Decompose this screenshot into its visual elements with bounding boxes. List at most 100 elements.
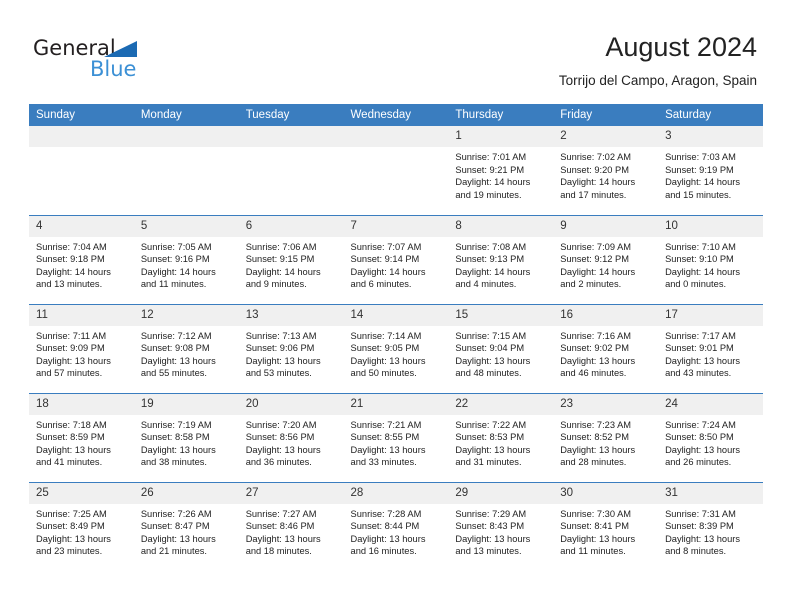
calendar-day-cell[interactable]: 14 Sunrise: 7:14 AM Sunset: 9:05 PM Dayligh… bbox=[343, 303, 449, 393]
calendar-day-cell[interactable]: 11 Sunrise: 7:11 AM Sunset: 9:09 PM Dayligh… bbox=[29, 303, 134, 393]
calendar-day-cell[interactable]: 29 Sunrise: 7:29 AM Sunset: 8:43 PM Dayligh… bbox=[448, 481, 554, 571]
daylight-text: Daylight: 13 hours bbox=[245, 355, 321, 366]
calendar-day-cell[interactable]: 27 Sunrise: 7:27 AM Sunset: 8:46 PM Dayligh… bbox=[238, 481, 344, 571]
calendar-day-cell[interactable]: 13 Sunrise: 7:13 AM Sunset: 9:06 PM Dayligh… bbox=[238, 303, 344, 393]
brand-logo[interactable]: General Blue bbox=[33, 36, 233, 86]
calendar-day-cell[interactable]: 21 Sunrise: 7:21 AM Sunset: 8:55 PM Dayligh… bbox=[343, 392, 449, 482]
daylight-text: Daylight: 13 hours bbox=[350, 533, 426, 544]
daylight-text: Daylight: 13 hours bbox=[560, 533, 636, 544]
sunrise-text: Sunrise: 7:30 AM bbox=[560, 508, 632, 519]
sunset-text: Sunset: 9:10 PM bbox=[665, 254, 734, 265]
day-number: 1 bbox=[448, 126, 554, 147]
calendar-day-cell[interactable]: 18 Sunrise: 7:18 AM Sunset: 8:59 PM Dayligh… bbox=[29, 392, 134, 482]
calendar-day-cell[interactable]: 8 Sunrise: 7:08 AM Sunset: 9:13 PM Daylight… bbox=[448, 214, 554, 304]
calendar-table: Sunday Monday Tuesday Wednesday Thursday Frid… bbox=[29, 104, 763, 571]
sunrise-text: Sunrise: 7:06 AM bbox=[245, 241, 317, 252]
daylight-text: Daylight: 13 hours bbox=[245, 444, 321, 455]
weekday-header-sunday: Sunday bbox=[29, 104, 134, 126]
day-details: Sunrise: 7:12 AM Sunset: 9:08 PM Daylight:… bbox=[134, 326, 239, 380]
sunset-text: Sunset: 9:15 PM bbox=[245, 254, 315, 265]
daylight-text-cont: and 18 minutes. bbox=[245, 546, 312, 557]
sunset-text: Sunset: 9:16 PM bbox=[140, 254, 210, 265]
calendar-day-cell[interactable]: 16 Sunrise: 7:16 AM Sunset: 9:02 PM Dayligh… bbox=[553, 303, 659, 393]
daylight-text-cont: and 15 minutes. bbox=[665, 189, 732, 200]
calendar-day-cell[interactable]: 19 Sunrise: 7:19 AM Sunset: 8:58 PM Dayligh… bbox=[133, 392, 239, 482]
sunset-text: Sunset: 9:13 PM bbox=[455, 254, 525, 265]
daylight-text-cont: and 8 minutes. bbox=[665, 546, 727, 557]
daylight-text-cont: and 55 minutes. bbox=[140, 368, 207, 379]
sunrise-text: Sunrise: 7:03 AM bbox=[665, 152, 736, 162]
calendar-day-cell[interactable]: 20 Sunrise: 7:20 AM Sunset: 8:56 PM Dayligh… bbox=[238, 392, 344, 482]
calendar-day-cell[interactable]: 1 Sunrise: 7:01 AM Sunset: 9:21 PM Daylight… bbox=[448, 126, 554, 215]
calendar-day-cell[interactable]: 2 Sunrise: 7:02 AM Sunset: 9:20 PM Daylight… bbox=[553, 126, 659, 215]
daylight-text: Daylight: 13 hours bbox=[245, 533, 321, 544]
sunrise-text: Sunrise: 7:13 AM bbox=[245, 330, 317, 341]
calendar-day-cell[interactable]: 9 Sunrise: 7:09 AM Sunset: 9:12 PM Daylight… bbox=[553, 214, 659, 304]
calendar-day-cell[interactable]: 15 Sunrise: 7:15 AM Sunset: 9:04 PM Dayligh… bbox=[448, 303, 554, 393]
day-details: Sunrise: 7:18 AM Sunset: 8:59 PM Daylight:… bbox=[29, 415, 134, 469]
sunrise-text: Sunrise: 7:22 AM bbox=[455, 419, 527, 430]
day-number: 4 bbox=[29, 215, 134, 237]
calendar-day-cell[interactable]: 3 Sunrise: 7:03 AM Sunset: 9:19 PM Daylight… bbox=[658, 126, 763, 215]
calendar-day-cell[interactable]: 22 Sunrise: 7:22 AM Sunset: 8:53 PM Dayligh… bbox=[448, 392, 554, 482]
daylight-text-cont: and 50 minutes. bbox=[350, 368, 417, 379]
calendar-day-cell[interactable]: 12 Sunrise: 7:12 AM Sunset: 9:08 PM Dayligh… bbox=[133, 303, 239, 393]
day-number: 8 bbox=[448, 215, 554, 237]
day-details: Sunrise: 7:21 AM Sunset: 8:55 PM Daylight:… bbox=[344, 415, 449, 469]
day-number: 7 bbox=[343, 215, 449, 237]
sunrise-text: Sunrise: 7:21 AM bbox=[350, 419, 422, 430]
sunset-text: Sunset: 9:14 PM bbox=[350, 254, 420, 265]
day-number bbox=[238, 126, 344, 147]
calendar-day-cell[interactable]: 17 Sunrise: 7:17 AM Sunset: 9:01 PM Dayligh… bbox=[658, 303, 763, 393]
calendar-day-cell[interactable]: 7 Sunrise: 7:07 AM Sunset: 9:14 PM Daylight… bbox=[343, 214, 449, 304]
calendar-day-cell[interactable]: 25 Sunrise: 7:25 AM Sunset: 8:49 PM Dayligh… bbox=[29, 481, 134, 571]
day-details: Sunrise: 7:08 AM Sunset: 9:13 PM Daylight:… bbox=[448, 237, 553, 291]
day-details: Sunrise: 7:31 AM Sunset: 8:39 PM Daylight:… bbox=[658, 504, 763, 558]
sunset-text: Sunset: 8:50 PM bbox=[665, 432, 734, 443]
daylight-text-cont: and 6 minutes. bbox=[350, 279, 412, 290]
calendar-week-row: 11 Sunrise: 7:11 AM Sunset: 9:09 PM Dayligh… bbox=[29, 303, 763, 393]
day-details: Sunrise: 7:02 AM Sunset: 9:20 PM Daylight:… bbox=[553, 147, 658, 201]
calendar-day-cell[interactable]: 5 Sunrise: 7:05 AM Sunset: 9:16 PM Daylight… bbox=[133, 214, 239, 304]
sunset-text: Sunset: 8:43 PM bbox=[455, 521, 525, 532]
day-number: 14 bbox=[343, 304, 449, 326]
daylight-text: Daylight: 13 hours bbox=[140, 533, 216, 544]
calendar-day-cell[interactable]: 23 Sunrise: 7:23 AM Sunset: 8:52 PM Dayligh… bbox=[553, 392, 659, 482]
daylight-text: Daylight: 14 hours bbox=[665, 266, 740, 277]
calendar-day-cell-empty bbox=[29, 126, 134, 215]
calendar-day-cell[interactable]: 26 Sunrise: 7:26 AM Sunset: 8:47 PM Dayligh… bbox=[133, 481, 239, 571]
day-number: 21 bbox=[343, 393, 449, 415]
day-details: Sunrise: 7:24 AM Sunset: 8:50 PM Daylight:… bbox=[658, 415, 763, 469]
sunset-text: Sunset: 9:08 PM bbox=[140, 343, 210, 354]
day-number: 2 bbox=[553, 126, 659, 147]
calendar-day-cell[interactable]: 24 Sunrise: 7:24 AM Sunset: 8:50 PM Dayligh… bbox=[658, 392, 763, 482]
sunset-text: Sunset: 9:21 PM bbox=[455, 164, 525, 175]
day-number: 12 bbox=[133, 304, 239, 326]
calendar-header-row: Sunday Monday Tuesday Wednesday Thursday Frid… bbox=[29, 104, 763, 126]
daylight-text-cont: and 2 minutes. bbox=[560, 279, 622, 290]
sunset-text: Sunset: 9:09 PM bbox=[36, 343, 105, 354]
day-number: 10 bbox=[658, 215, 763, 237]
sunset-text: Sunset: 9:19 PM bbox=[665, 164, 734, 175]
day-details: Sunrise: 7:09 AM Sunset: 9:12 PM Daylight:… bbox=[553, 237, 658, 291]
day-number bbox=[343, 126, 449, 147]
daylight-text-cont: and 9 minutes. bbox=[245, 279, 307, 290]
daylight-text-cont: and 48 minutes. bbox=[455, 368, 522, 379]
sunrise-text: Sunrise: 7:27 AM bbox=[245, 508, 317, 519]
sunrise-text: Sunrise: 7:04 AM bbox=[36, 241, 107, 252]
calendar-day-cell[interactable]: 30 Sunrise: 7:30 AM Sunset: 8:41 PM Dayligh… bbox=[553, 481, 659, 571]
calendar-day-cell[interactable]: 31 Sunrise: 7:31 AM Sunset: 8:39 PM Dayligh… bbox=[658, 481, 763, 571]
calendar-day-cell[interactable]: 28 Sunrise: 7:28 AM Sunset: 8:44 PM Dayligh… bbox=[343, 481, 449, 571]
sunset-text: Sunset: 9:18 PM bbox=[36, 254, 105, 265]
calendar-day-cell[interactable]: 10 Sunrise: 7:10 AM Sunset: 9:10 PM Dayligh… bbox=[658, 214, 763, 304]
sunrise-text: Sunrise: 7:05 AM bbox=[140, 241, 212, 252]
sunset-text: Sunset: 8:39 PM bbox=[665, 521, 734, 532]
day-details: Sunrise: 7:14 AM Sunset: 9:05 PM Daylight:… bbox=[344, 326, 449, 380]
sunset-text: Sunset: 9:06 PM bbox=[245, 343, 315, 354]
sunset-text: Sunset: 8:49 PM bbox=[36, 521, 105, 532]
daylight-text: Daylight: 14 hours bbox=[245, 266, 321, 277]
day-details: Sunrise: 7:11 AM Sunset: 9:09 PM Daylight:… bbox=[29, 326, 134, 380]
calendar-day-cell[interactable]: 4 Sunrise: 7:04 AM Sunset: 9:18 PM Daylight… bbox=[29, 214, 134, 304]
calendar-day-cell-empty bbox=[133, 126, 239, 215]
calendar-day-cell[interactable]: 6 Sunrise: 7:06 AM Sunset: 9:15 PM Daylight… bbox=[238, 214, 344, 304]
